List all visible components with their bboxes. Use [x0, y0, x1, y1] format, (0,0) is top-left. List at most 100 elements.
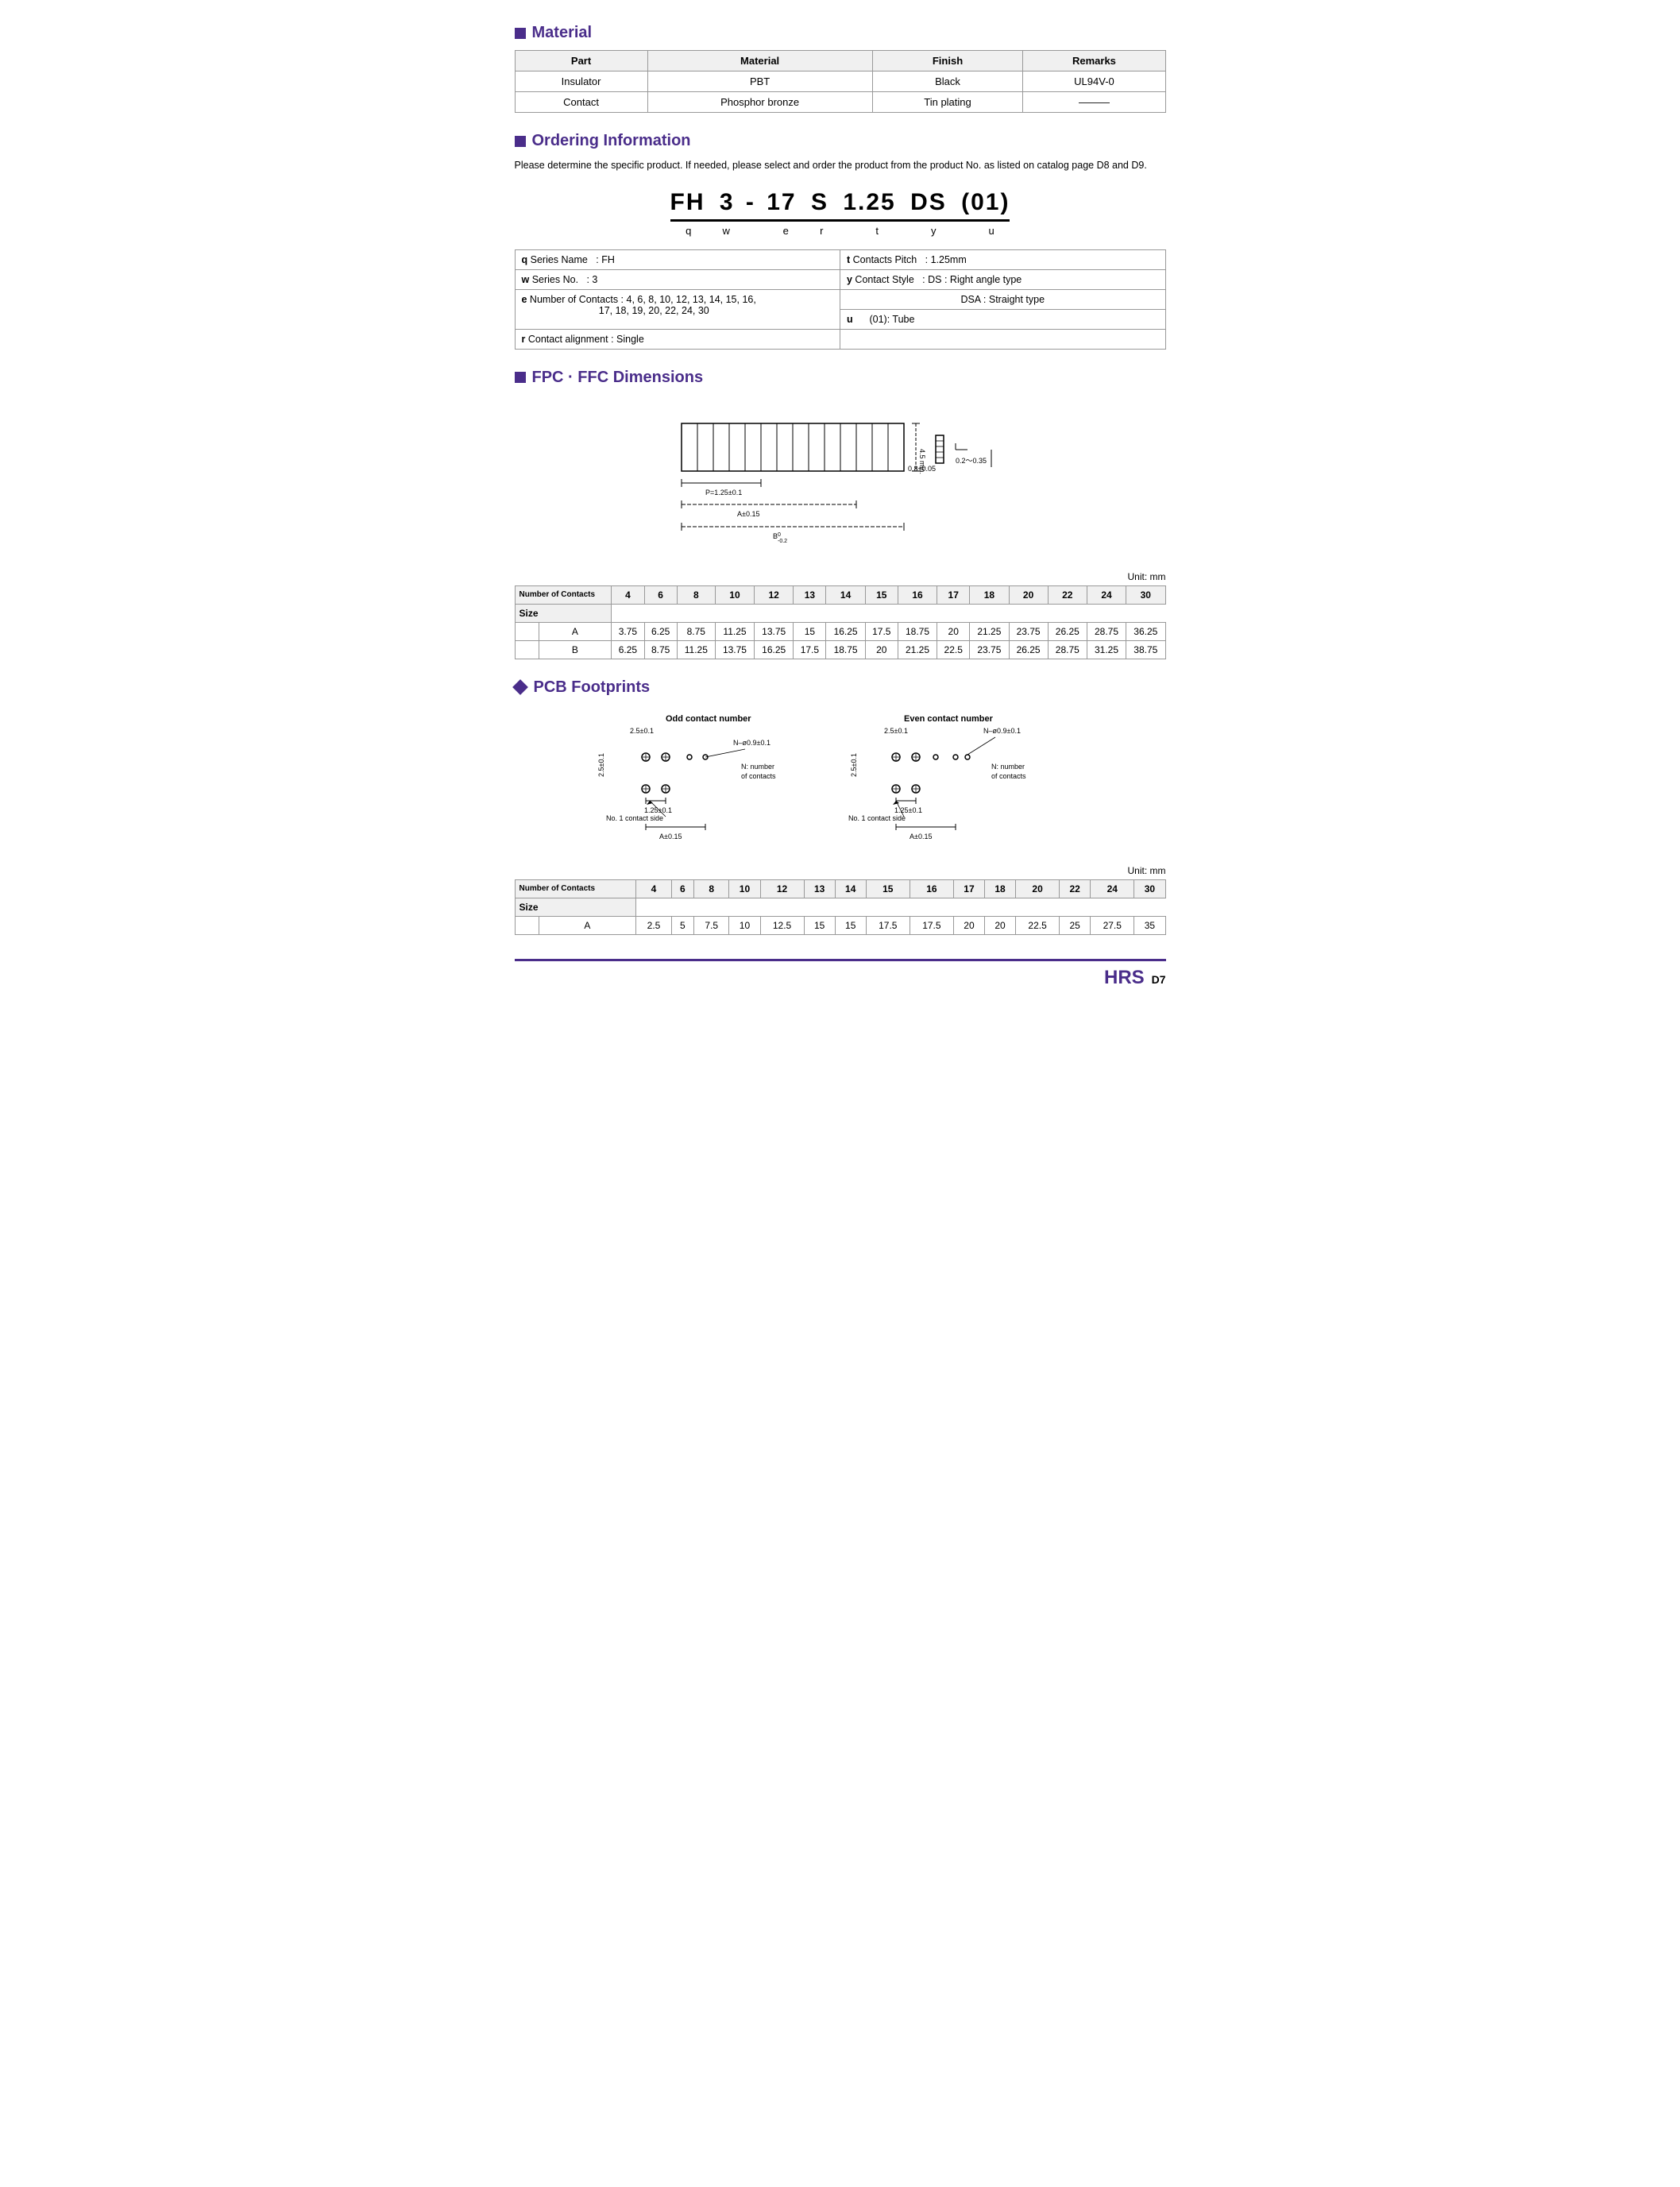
pcb-col-17: 17: [953, 879, 984, 898]
pcb-diagram: Odd contact number Even contact number 2…: [515, 709, 1166, 852]
fpc-contacts-header: Number of Contacts: [515, 585, 612, 604]
even-n-number: N: number: [991, 763, 1025, 771]
pcb-a-22: 25: [1060, 916, 1091, 934]
pcb-a-20: 22.5: [1016, 916, 1060, 934]
pcb-a-14: 15: [835, 916, 866, 934]
fpc-a-18: 21.25: [970, 622, 1009, 640]
fpc-col-30: 30: [1126, 585, 1165, 604]
fpc-b-20: 26.25: [1009, 640, 1048, 659]
col-material: Material: [647, 51, 872, 71]
heading-square-icon: [515, 372, 526, 383]
fpc-col-16: 16: [898, 585, 937, 604]
label-y: y: [931, 225, 937, 237]
pcb-unit-label: Unit: mm: [515, 865, 1166, 876]
pcb-size-label: Size: [515, 898, 636, 916]
fpc-col-4: 4: [612, 585, 644, 604]
odd-of-contacts: of contacts: [741, 772, 776, 780]
pcb-label-a: A: [539, 916, 636, 934]
legend-cell-w: w Series No. : 3: [515, 269, 840, 289]
fpc-label-b: B: [539, 640, 612, 659]
label-w: w: [723, 225, 730, 237]
fpc-col-22: 22: [1048, 585, 1087, 604]
fpc-a-12: 13.75: [755, 622, 794, 640]
odd-a-dim: A±0.15: [659, 833, 682, 840]
odd-no1-label: No. 1 contact side: [606, 814, 663, 822]
pcb-size-header: Size: [515, 898, 1165, 916]
pcb-col-16: 16: [910, 879, 953, 898]
pcb-heading: PCB Footprints: [515, 678, 1166, 697]
legend-cell-r: r Contact alignment : Single: [515, 329, 840, 349]
table-row: Contact Phosphor bronze Tin plating ———: [515, 92, 1165, 113]
fpc-b-17: 22.5: [937, 640, 970, 659]
fpc-a-30: 36.25: [1126, 622, 1165, 640]
legend-cell-e: e Number of Contacts : 4, 6, 8, 10, 12, …: [515, 289, 840, 329]
legend-row-we: w Series No. : 3 y Contact Style : DS : …: [515, 269, 1165, 289]
legend-cell-q: q Series Name : FH: [515, 249, 840, 269]
even-n-hole-label: N–ø0.9±0.1: [983, 727, 1021, 735]
dim-b-super: 0: [778, 532, 781, 538]
col-remarks: Remarks: [1023, 51, 1165, 71]
pcb-col-15: 15: [866, 879, 910, 898]
fpc-b-13: 17.5: [794, 640, 826, 659]
ordering-heading: Ordering Information: [515, 132, 1166, 150]
legend-cell-t: t Contacts Pitch : 1.25mm: [840, 249, 1166, 269]
odd-arrow: [647, 801, 653, 805]
label-r: r: [820, 225, 823, 237]
label-u: u: [989, 225, 994, 237]
cell-remarks-ul: UL94V-0: [1023, 71, 1165, 92]
dim-p: P=1.25±0.1: [705, 489, 742, 497]
fpc-a-24: 28.75: [1087, 622, 1126, 640]
heading-square-icon: [515, 28, 526, 39]
fpc-b-12: 16.25: [755, 640, 794, 659]
label-q: q: [686, 225, 691, 237]
fpc-a-4: 3.75: [612, 622, 644, 640]
label-t: t: [875, 225, 879, 237]
pcb-a-24: 27.5: [1091, 916, 1134, 934]
fpc-heading: FPC · FFC Dimensions: [515, 369, 1166, 387]
fpc-col-20: 20: [1009, 585, 1048, 604]
fpc-b-18: 23.75: [970, 640, 1009, 659]
fpc-b-10: 13.75: [715, 640, 754, 659]
dim-02: 0.2～0.35: [956, 457, 987, 465]
odd-25v-label: 2.5±0.1: [597, 753, 605, 777]
fpc-diagram: 4.5 min. P=1.25±0.1 A±0.15 B 0 -0.2: [515, 400, 1166, 558]
even-of-contacts: of contacts: [991, 772, 1026, 780]
part-number-text: FH 3 - 17 S 1.25 DS (01): [670, 189, 1010, 222]
fpc-col-24: 24: [1087, 585, 1126, 604]
legend-row-qw: q Series Name : FH t Contacts Pitch : 1.…: [515, 249, 1165, 269]
dim-08: 0.8±0.05: [908, 465, 936, 473]
svg-text:HRS: HRS: [1104, 967, 1144, 988]
fpc-a-13: 15: [794, 622, 826, 640]
hrs-logo: HRS: [1104, 966, 1144, 993]
fpc-size-col: [515, 622, 539, 640]
pn-3: 3: [720, 189, 735, 215]
pcb-col-10: 10: [729, 879, 760, 898]
ordering-section: Ordering Information Please determine th…: [515, 132, 1166, 350]
heading-diamond-icon: [512, 679, 528, 695]
fpc-row-a: A 3.75 6.25 8.75 11.25 13.75 15 16.25 17…: [515, 622, 1165, 640]
dim-a: A±0.15: [737, 510, 759, 518]
pcb-svg: Odd contact number Even contact number 2…: [562, 709, 1118, 852]
pcb-a-4: 2.5: [636, 916, 671, 934]
label-e: e: [783, 225, 789, 237]
odd-125-dim: 1.25±0.1: [644, 806, 672, 814]
fpc-a-8: 8.75: [677, 622, 715, 640]
part-number-labels: q w - e r . t . y . u: [670, 225, 1010, 237]
pcb-col-13: 13: [804, 879, 835, 898]
pcb-a-18: 20: [984, 916, 1015, 934]
odd-pad-1: [687, 755, 692, 759]
pcb-col-24: 24: [1091, 879, 1134, 898]
fpc-a-17: 20: [937, 622, 970, 640]
even-pad-2: [953, 755, 958, 759]
cell-part-contact: Contact: [515, 92, 647, 113]
pcb-a-12: 12.5: [760, 916, 804, 934]
cell-finish-tin: Tin plating: [872, 92, 1023, 113]
even-a-dim: A±0.15: [910, 833, 932, 840]
fpc-col-18: 18: [970, 585, 1009, 604]
pn-fh: FH: [670, 189, 705, 215]
pcb-col-12: 12: [760, 879, 804, 898]
fpc-section: FPC · FFC Dimensions 4.5 min.: [515, 369, 1166, 659]
pcb-col-20: 20: [1016, 879, 1060, 898]
odd-n-number: N: number: [741, 763, 774, 771]
pn-ds: DS: [910, 189, 947, 215]
